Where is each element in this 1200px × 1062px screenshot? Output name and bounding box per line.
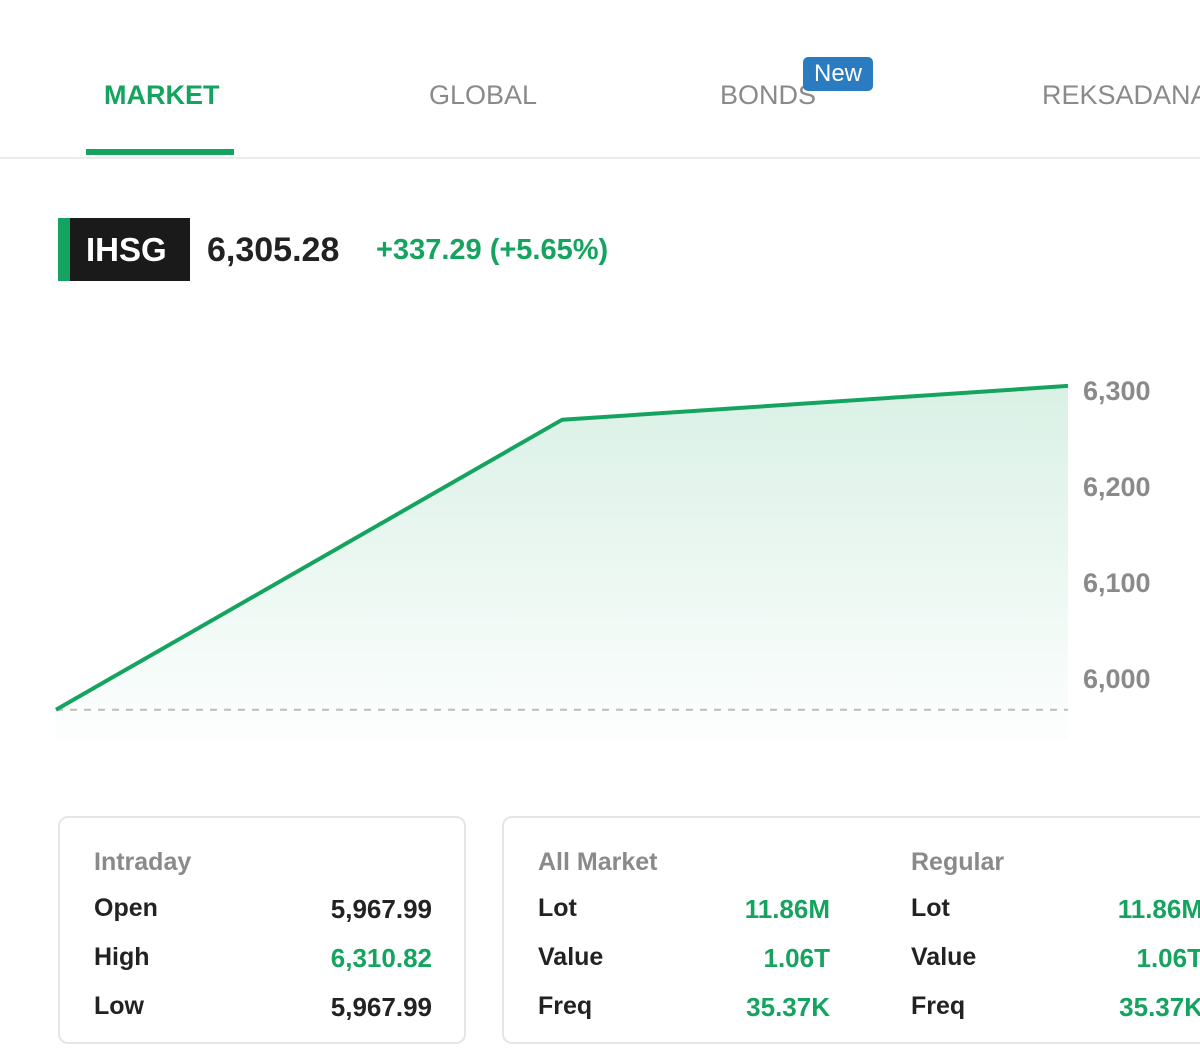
regular-lot-label: Lot [911,894,950,922]
low-label: Low [94,992,144,1020]
chart-area-fill [56,385,1068,740]
market-stats-card: All Market Lot 11.86M Value 1.06T Freq 3… [502,816,1200,1044]
regular-title: Regular [911,848,1005,876]
y-tick-label: 6,200 [1083,472,1151,502]
index-name-tag: IHSG [58,218,190,281]
all-market-value-label: Value [538,943,604,971]
all-market-freq-label: Freq [538,992,593,1020]
intraday-title: Intraday [94,848,192,876]
y-tick-label: 6,000 [1083,664,1151,694]
low-value: 5,967.99 [330,992,432,1022]
all-market-lot-value: 11.86M [744,894,830,924]
all-market-value-value: 1.06T [763,943,831,973]
regular-value-label: Value [911,943,977,971]
tab-bonds[interactable]: BONDS [720,80,816,111]
regular-lot-value: 11.86M [1117,894,1200,924]
high-value: 6,310.82 [330,943,432,973]
regular-value-value: 1.06T [1136,943,1200,973]
tab-reksadana[interactable]: REKSADANA [1042,80,1200,111]
active-tab-indicator [86,149,234,155]
tab-market[interactable]: MARKET [104,80,220,111]
regular-freq-label: Freq [911,992,966,1020]
new-badge: New [803,57,873,91]
tab-global[interactable]: GLOBAL [429,80,537,111]
all-market-lot-label: Lot [538,894,577,922]
intraday-card: Intraday Open 5,967.99 High 6,310.82 Low… [58,816,466,1044]
index-value: 6,305.28 [207,231,340,269]
y-tick-label: 6,100 [1083,568,1151,598]
y-axis-ticks: 6,300 6,200 6,100 6,000 [1083,376,1151,694]
all-market-freq-value: 35.37K [746,992,830,1022]
index-change: +337.29 (+5.65%) [376,234,609,266]
all-market-title: All Market [538,848,658,876]
regular-freq-value: 35.37K [1119,992,1200,1022]
tab-bar: MARKET GLOBAL BONDS New REKSADANA [0,0,1200,159]
high-label: High [94,943,150,971]
ihsg-intraday-chart: 6,300 6,200 6,100 6,000 [55,376,1151,740]
open-label: Open [94,894,158,922]
index-name: IHSG [86,231,167,268]
open-value: 5,967.99 [330,894,432,924]
index-tag-accent [58,218,70,281]
y-tick-label: 6,300 [1083,376,1151,406]
